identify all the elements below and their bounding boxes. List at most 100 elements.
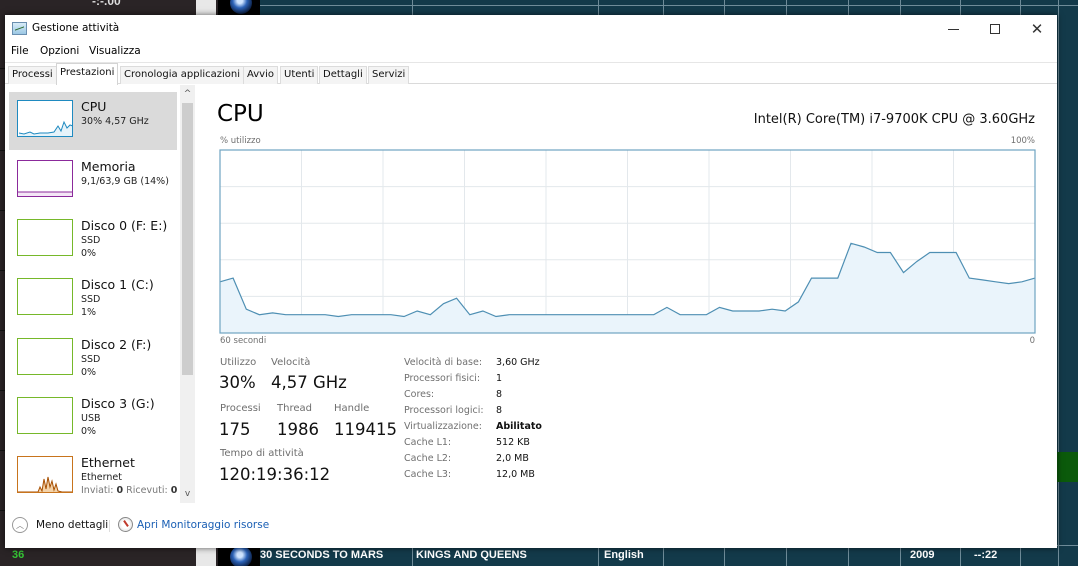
tab-services[interactable]: Servizi (368, 66, 410, 84)
sidebar-item-disk-3[interactable]: Disco 3 (G:) USB 0% (9, 389, 177, 447)
sidebar-item-type: Ethernet (81, 472, 122, 483)
l3-cache-label: Cache L3: (404, 469, 452, 480)
close-icon: ✕ (1030, 19, 1044, 38)
scroll-down-icon[interactable]: v (180, 487, 195, 501)
processes-label: Processi (220, 403, 261, 414)
virtualization-value: Abilitato (496, 421, 542, 432)
task-manager-app-icon (12, 22, 27, 35)
sidebar-item-type: SSD (81, 235, 101, 246)
sidebar-item-title: Memoria (81, 159, 136, 174)
tab-performance[interactable]: Prestazioni (56, 63, 119, 85)
bg-track-artist[interactable]: 30 SECONDS TO MARS (260, 549, 383, 561)
tab-details[interactable]: Dettagli (319, 66, 367, 84)
cores-label: Cores: (404, 389, 435, 400)
disk-thumbnail-graph (17, 278, 73, 315)
sidebar-item-ethernet[interactable]: Ethernet Ethernet Inviati: 0 Ricevuti: 0… (9, 448, 184, 506)
speed-value: 4,57 GHz (271, 373, 347, 392)
sidebar-item-type: SSD (81, 354, 101, 365)
sidebar-item-title: Disco 0 (F: E:) (81, 218, 168, 233)
sidebar-item-cpu[interactable]: CPU 30% 4,57 GHz (9, 92, 177, 150)
performance-sidebar: CPU 30% 4,57 GHz Memoria 9,1/63,9 GB (14… (5, 85, 198, 507)
cpu-model-name: Intel(R) Core(TM) i7-9700K CPU @ 3.60GHz (753, 112, 1035, 127)
logical-processors-value: 8 (496, 405, 503, 416)
menu-view[interactable]: Visualizza (89, 45, 141, 57)
y-max-label: 100% (1010, 136, 1035, 146)
minimize-button[interactable] (931, 15, 975, 43)
sidebar-item-title: Ethernet (81, 455, 135, 470)
sidebar-item-usage: 0% (81, 426, 97, 437)
disk-thumbnail-graph (17, 219, 73, 256)
fewer-details-button[interactable]: Meno dettagli (36, 519, 108, 531)
sockets-label: Processori fisici: (404, 373, 481, 384)
footer: ︿ Meno dettagli Apri Monitoraggio risors… (5, 515, 1057, 537)
disk-thumbnail-graph (17, 397, 73, 434)
resource-monitor-icon[interactable] (118, 517, 133, 532)
threads-value: 1986 (277, 420, 319, 439)
sidebar-item-usage: 0% (81, 248, 97, 259)
tab-app-history[interactable]: Cronologia applicazioni (120, 66, 245, 84)
tab-startup[interactable]: Avvio (243, 66, 278, 84)
logical-processors-label: Processori logici: (404, 405, 484, 416)
sidebar-item-usage: 0% (81, 367, 97, 378)
speed-label: Velocità (271, 357, 311, 368)
processes-value: 175 (219, 420, 251, 439)
sidebar-item-disk-0[interactable]: Disco 0 (F: E:) SSD 0% (9, 211, 177, 269)
l1-cache-label: Cache L1: (404, 437, 452, 448)
close-button[interactable]: ✕ (1015, 15, 1059, 43)
sidebar-item-title: Disco 3 (G:) (81, 396, 155, 411)
bg-time-readout: -:-.00 (92, 0, 121, 8)
cores-value: 8 (496, 389, 503, 400)
l2-cache-label: Cache L2: (404, 453, 452, 464)
uptime-label: Tempo di attività (220, 448, 304, 459)
memory-thumbnail-graph (17, 160, 73, 197)
footer-divider (109, 520, 110, 532)
bg-track-duration[interactable]: --:22 (974, 549, 997, 561)
l1-cache-value: 512 KB (496, 437, 530, 448)
page-title: CPU (217, 101, 264, 127)
base-speed-label: Velocità di base: (404, 357, 483, 368)
sidebar-scrollbar-thumb[interactable] (182, 103, 193, 375)
bg-track-year[interactable]: 2009 (910, 549, 934, 561)
window-title: Gestione attività (32, 22, 120, 34)
received-label: Ricevuti: (126, 485, 168, 496)
sidebar-item-disk-2[interactable]: Disco 2 (F:) SSD 0% (9, 330, 177, 388)
sidebar-item-type: USB (81, 413, 101, 424)
sent-value: 0 (116, 485, 124, 496)
tab-processes[interactable]: Processi (8, 66, 57, 84)
x-axis-right-label: 0 (1029, 336, 1035, 346)
ethernet-thumbnail-graph (17, 456, 73, 493)
bg-track-language[interactable]: English (604, 549, 644, 561)
virtualization-label: Virtualizzazione: (404, 421, 482, 432)
disk-thumbnail-graph (17, 338, 73, 375)
tab-users[interactable]: Utenti (280, 66, 319, 84)
chevron-up-circle-icon[interactable]: ︿ (12, 517, 28, 533)
base-speed-value: 3,60 GHz (496, 357, 540, 368)
sidebar-item-title: CPU (81, 99, 107, 114)
y-axis-label: % utilizzo (220, 136, 261, 146)
sidebar-item-memory[interactable]: Memoria 9,1/63,9 GB (14%) (9, 152, 177, 210)
l2-cache-value: 2,0 MB (496, 453, 529, 464)
bg-row-number: 36 (12, 549, 25, 561)
handles-label: Handle (334, 403, 370, 414)
sidebar-item-type: SSD (81, 294, 101, 305)
x-axis-left-label: 60 secondi (220, 336, 267, 346)
l3-cache-value: 12,0 MB (496, 469, 535, 480)
scroll-up-icon[interactable]: ^ (180, 87, 195, 101)
title-bar[interactable]: Gestione attività ✕ (5, 15, 1057, 43)
sidebar-item-throughput: Inviati: 0 Ricevuti: 0 I (81, 485, 184, 496)
maximize-button[interactable] (973, 15, 1017, 43)
sidebar-item-usage: 1% (81, 307, 97, 318)
bg-track-title[interactable]: KINGS AND QUEENS (416, 549, 527, 561)
threads-label: Thread (277, 403, 312, 414)
sidebar-item-title: Disco 1 (C:) (81, 277, 154, 292)
sidebar-item-title: Disco 2 (F:) (81, 337, 152, 352)
menu-options[interactable]: Opzioni (40, 45, 79, 57)
open-resource-monitor-link[interactable]: Apri Monitoraggio risorse (137, 519, 269, 531)
menu-bar: File Opzioni Visualizza (5, 43, 1057, 63)
menu-file[interactable]: File (11, 45, 29, 57)
bg-highlight-cell (1057, 452, 1078, 482)
task-manager-window: Gestione attività ✕ File Opzioni Visuali… (5, 15, 1057, 548)
utilization-label: Utilizzo (220, 357, 257, 368)
sidebar-item-disk-1[interactable]: Disco 1 (C:) SSD 1% (9, 270, 177, 328)
sent-label: Inviati: (81, 485, 114, 496)
